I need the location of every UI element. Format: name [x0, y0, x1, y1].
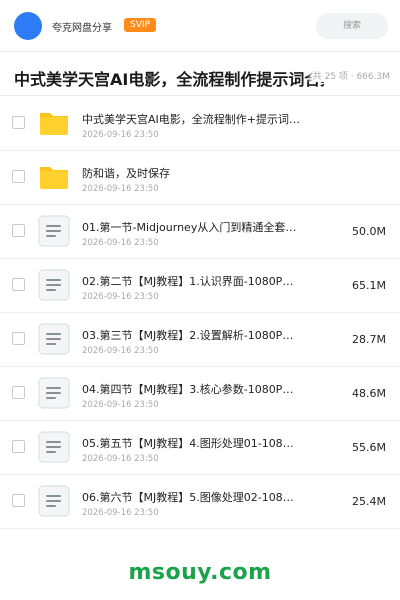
document-icon: [38, 485, 70, 517]
file-date: 2026-09-16 23:50: [82, 400, 159, 410]
document-icon: [38, 215, 70, 247]
share-page: 夸克网盘分享 SVIP 搜索 中式美学天宫AI电影，全流程制作提示词合集、 共 …: [0, 0, 400, 600]
file-name[interactable]: 防和谐，及时保存: [82, 165, 300, 181]
file-row[interactable]: 02.第二节【MJ教程】1.认识界面-1080P高… 2026-09-16 23:…: [0, 259, 400, 313]
file-date: 2026-09-16 23:50: [82, 346, 159, 356]
file-name[interactable]: 05.第五节【MJ教程】4.图形处理01-1080…: [82, 435, 300, 451]
share-meta: 共 25 项 · 666.3M: [306, 69, 390, 82]
checkbox[interactable]: [12, 386, 25, 399]
checkbox[interactable]: [12, 170, 25, 183]
file-date: 2026-09-16 23:50: [82, 292, 159, 302]
file-name[interactable]: 02.第二节【MJ教程】1.认识界面-1080P高…: [82, 273, 300, 289]
folder-icon: [38, 107, 70, 139]
file-row[interactable]: 05.第五节【MJ教程】4.图形处理01-1080… 2026-09-16 23:…: [0, 421, 400, 475]
file-list: 中式美学天宫AI电影，全流程制作+提示词合集 2026-09-16 23:50 防和…: [0, 97, 400, 529]
file-row[interactable]: 03.第三节【MJ教程】2.设置解析-1080P高… 2026-09-16 23:…: [0, 313, 400, 367]
file-size: 48.6M: [352, 387, 386, 400]
file-size: 55.6M: [352, 441, 386, 454]
document-icon: [38, 323, 70, 355]
share-title-bar: 中式美学天宫AI电影，全流程制作提示词合集、 共 25 项 · 666.3M: [0, 52, 400, 96]
file-row[interactable]: 中式美学天宫AI电影，全流程制作+提示词合集 2026-09-16 23:50: [0, 97, 400, 151]
watermark: msouy.com: [128, 560, 272, 585]
file-row[interactable]: 04.第四节【MJ教程】3.核心参数-1080P高… 2026-09-16 23:…: [0, 367, 400, 421]
file-row[interactable]: 防和谐，及时保存 2026-09-16 23:50: [0, 151, 400, 205]
search-input[interactable]: 搜索: [316, 13, 388, 39]
file-name[interactable]: 中式美学天宫AI电影，全流程制作+提示词合集: [82, 111, 300, 127]
file-name[interactable]: 04.第四节【MJ教程】3.核心参数-1080P高…: [82, 381, 300, 397]
file-size: 65.1M: [352, 279, 386, 292]
top-bar: 夸克网盘分享 SVIP 搜索: [0, 0, 400, 52]
file-date: 2026-09-16 23:50: [82, 508, 159, 518]
document-icon: [38, 269, 70, 301]
file-date: 2026-09-16 23:50: [82, 454, 159, 464]
file-name[interactable]: 03.第三节【MJ教程】2.设置解析-1080P高…: [82, 327, 300, 343]
svip-badge: SVIP: [124, 18, 156, 32]
checkbox[interactable]: [12, 494, 25, 507]
folder-icon: [38, 161, 70, 193]
document-icon: [38, 377, 70, 409]
page-title: 中式美学天宫AI电影，全流程制作提示词合集、: [14, 70, 324, 89]
file-size: 50.0M: [352, 225, 386, 238]
document-icon: [38, 431, 70, 463]
checkbox[interactable]: [12, 116, 25, 129]
file-row[interactable]: 01.第一节-Midjourney从入门到精通全套… 2026-09-16 23:…: [0, 205, 400, 259]
file-name[interactable]: 06.第六节【MJ教程】5.图像处理02-1080…: [82, 489, 300, 505]
checkbox[interactable]: [12, 278, 25, 291]
avatar[interactable]: [14, 12, 42, 40]
checkbox[interactable]: [12, 332, 25, 345]
file-size: 28.7M: [352, 333, 386, 346]
file-date: 2026-09-16 23:50: [82, 184, 159, 194]
file-row[interactable]: 06.第六节【MJ教程】5.图像处理02-1080… 2026-09-16 23:…: [0, 475, 400, 529]
checkbox[interactable]: [12, 224, 25, 237]
brand-name: 夸克网盘分享: [52, 23, 112, 34]
file-date: 2026-09-16 23:50: [82, 130, 159, 140]
checkbox[interactable]: [12, 440, 25, 453]
file-name[interactable]: 01.第一节-Midjourney从入门到精通全套…: [82, 219, 300, 235]
file-date: 2026-09-16 23:50: [82, 238, 159, 248]
file-size: 25.4M: [352, 495, 386, 508]
